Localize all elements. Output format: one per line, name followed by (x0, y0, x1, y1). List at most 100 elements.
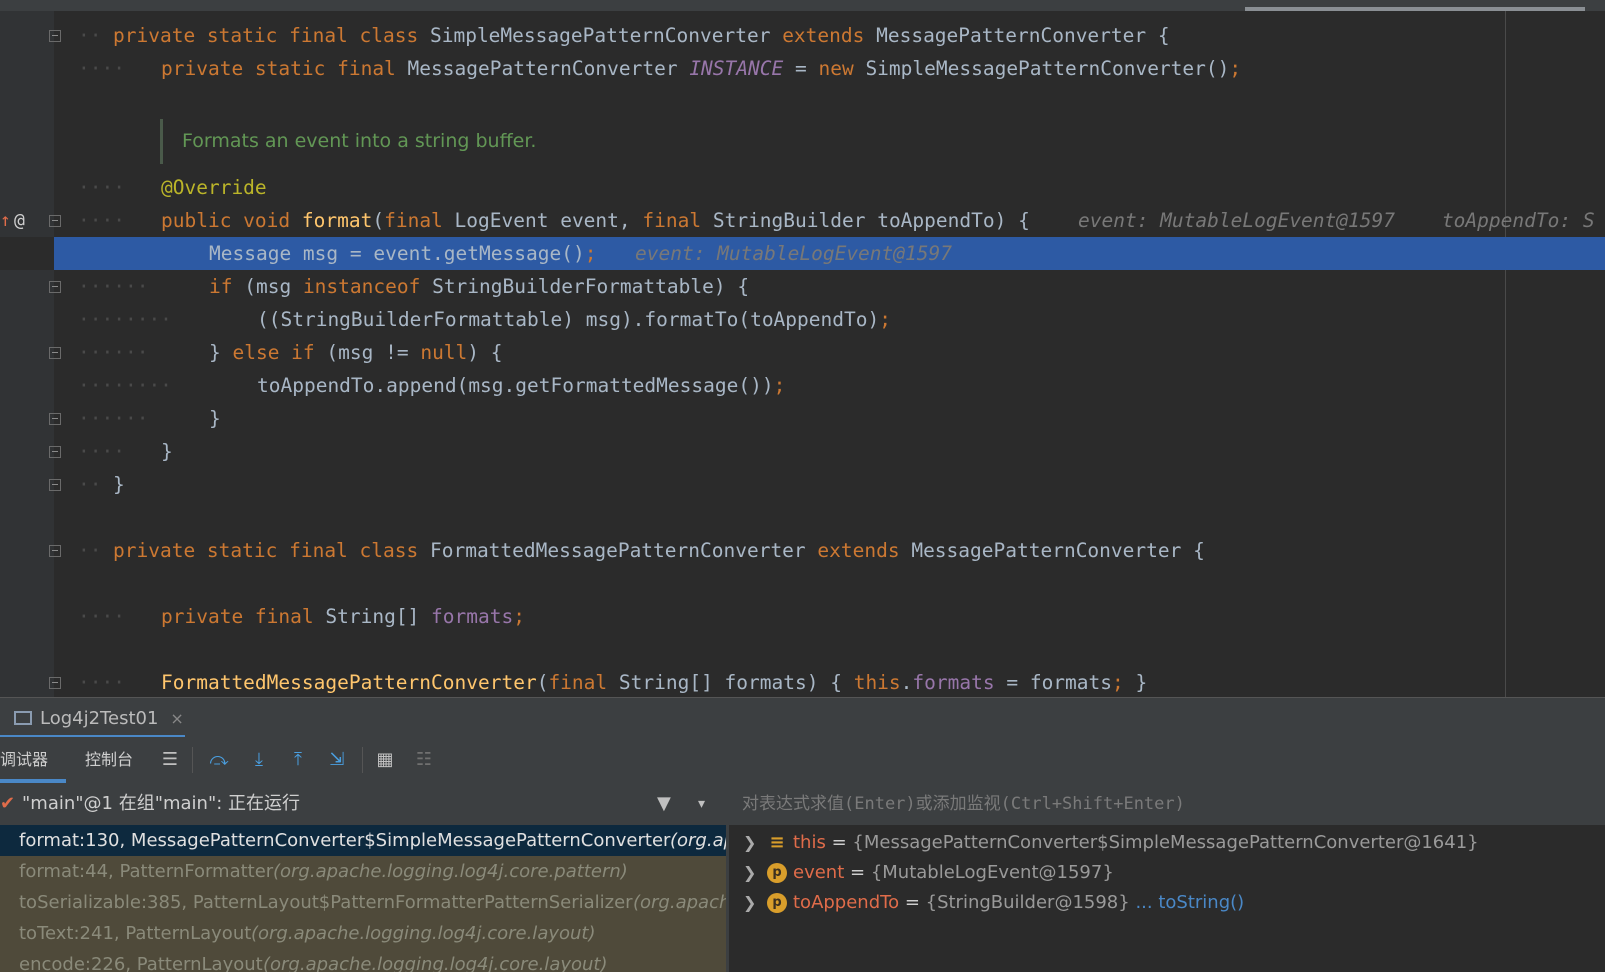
layout-icon[interactable]: ☰ (159, 749, 181, 771)
code-token: toAppendTo.append(msg.getFormattedMessag… (257, 374, 774, 397)
code-token: final (548, 671, 619, 694)
code-line[interactable]: ···· public void format(final LogEvent ev… (0, 204, 1605, 237)
chevron-down-icon[interactable]: ▾ (698, 783, 705, 825)
code-line[interactable]: ····} (0, 435, 1605, 468)
fold-toggle-icon[interactable] (49, 30, 61, 42)
evaluate-expression-icon[interactable]: ▦ (374, 749, 396, 771)
fold-toggle-icon[interactable] (49, 215, 61, 227)
code-token: final (384, 209, 455, 232)
code-token: ; (1112, 671, 1124, 694)
chevron-right-icon[interactable]: ❯ (743, 858, 756, 888)
thread-status: "main"@1 在组"main": 正在运行 (22, 793, 301, 814)
current-execution-line[interactable]: Message msg = event.getMessage(); event: … (0, 237, 1605, 270)
fold-toggle-icon[interactable] (49, 347, 61, 359)
code-token: @Override (161, 176, 267, 199)
code-line[interactable]: ··} (0, 468, 1605, 501)
code-token: formats (431, 605, 514, 628)
to-string-link[interactable]: ... toString() (1135, 892, 1244, 913)
code-token: private static final class (113, 539, 430, 562)
code-text: private static final class SimpleMessage… (113, 19, 1170, 52)
fold-toggle-icon[interactable] (49, 677, 61, 689)
fold-toggle-icon[interactable] (49, 413, 61, 425)
doc-comment-text: Formats an event into a string buffer. (182, 130, 537, 152)
frame-method: format:130, MessagePatternConverter$Simp… (19, 830, 671, 851)
stack-frame[interactable]: toText:241, PatternLayout (org.apache.lo… (0, 918, 726, 949)
code-text: private final String[] formats; (161, 600, 525, 633)
code-token: this (853, 671, 901, 694)
code-token: ( (536, 671, 549, 694)
tab-console[interactable]: 控制台 (85, 737, 133, 783)
whitespace-dots: ·· (78, 473, 102, 496)
code-line[interactable]: ······} (0, 402, 1605, 435)
variable-name: event (793, 862, 845, 883)
tab-debugger[interactable]: 调试器 (0, 737, 48, 783)
code-line[interactable]: ·· private static final class SimpleMessa… (0, 19, 1605, 52)
variables-panel: 对表达式求值(Enter)或添加监视(Ctrl+Shift+Enter) ❯ ≡ t… (729, 783, 1605, 972)
code-line[interactable]: ······ if (msg instanceof StringBuilderFo… (0, 270, 1605, 303)
variable-text: event = {MutableLogEvent@1597} (793, 858, 1114, 888)
code-token: if (209, 275, 245, 298)
debug-tool-header: Log4j2Test01 × (0, 697, 1605, 738)
code-line[interactable]: ···· FormattedMessagePatternConverter(fin… (0, 666, 1605, 697)
code-text: if (msg instanceof StringBuilderFormatta… (209, 270, 749, 303)
code-line[interactable]: ···· private final String[] formats; (0, 600, 1605, 633)
code-token: = (783, 57, 819, 80)
code-token: null (420, 341, 468, 364)
run-to-cursor-icon[interactable]: ⇲ (326, 749, 348, 771)
code-token: = formats (994, 671, 1113, 694)
code-text: Message msg = event.getMessage(); (209, 237, 596, 270)
code-text: @Override (161, 171, 267, 204)
code-token: ; (773, 374, 786, 397)
whitespace-dots: ·· (78, 539, 102, 562)
fold-toggle-icon[interactable] (49, 479, 61, 491)
trace-icon[interactable]: ☷ (413, 749, 435, 771)
stack-frame[interactable]: format:44, PatternFormatter (org.apache.… (0, 856, 726, 887)
code-line[interactable]: ···· @Override (0, 171, 1605, 204)
whitespace-dots: ···· (78, 176, 125, 199)
code-text: } (113, 468, 125, 501)
code-text: } (209, 402, 221, 435)
code-editor[interactable]: ·· private static final class SimpleMessa… (0, 11, 1605, 697)
variable-text: toAppendTo = {StringBuilder@1598} ... to… (793, 888, 1244, 918)
inline-debug-value: event: MutableLogEvent@1597 toAppendTo: … (1078, 209, 1595, 232)
whitespace-dots: ···· (78, 605, 125, 628)
chevron-right-icon[interactable]: ❯ (743, 828, 756, 858)
code-line[interactable]: ·· private static final class FormattedMe… (0, 534, 1605, 567)
code-token: } (1123, 671, 1148, 694)
stack-frame[interactable]: encode:226, PatternLayout (org.apache.lo… (0, 949, 726, 972)
step-over-icon[interactable]: ⤼ (208, 749, 230, 771)
step-out-icon[interactable]: ⤒ (287, 749, 309, 771)
whitespace-dots: ······ (78, 407, 149, 430)
code-token: String[] (325, 605, 432, 628)
filter-icon[interactable]: ▼ (657, 783, 671, 825)
chevron-right-icon[interactable]: ❯ (743, 888, 756, 918)
thread-selector[interactable]: ✔ "main"@1 在组"main": 正在运行 ▼ ▾ (0, 783, 726, 825)
code-token: private static final class (113, 24, 430, 47)
whitespace-dots: ···· (78, 209, 125, 232)
stack-frame[interactable]: toSerializable:385, PatternLayout$Patter… (0, 887, 726, 918)
code-text: public void format(final LogEvent event,… (161, 204, 1030, 237)
frame-package: (org.apache.logging.log4j.core.layout) (633, 892, 726, 913)
code-token: MessagePatternConverter { (911, 539, 1205, 562)
code-line[interactable]: ···· private static final MessagePatternC… (0, 52, 1605, 85)
debug-toolbar: 调试器 控制台 ☰ ⤼ ⤓ ⤒ ⇲ ▦ ☷ (0, 737, 1605, 784)
code-line[interactable]: ········ ((StringBuilderFormattable) msg)… (0, 303, 1605, 336)
code-text: } else if (msg != null) { (209, 336, 503, 369)
step-into-icon[interactable]: ⤓ (248, 749, 270, 771)
code-token: } (113, 473, 125, 496)
fold-toggle-icon[interactable] (49, 446, 61, 458)
stack-frame[interactable]: format:130, MessagePatternConverter$Simp… (0, 825, 726, 856)
run-config-tab[interactable]: Log4j2Test01 × (0, 698, 184, 738)
whitespace-dots: ········ (78, 374, 172, 397)
code-token: (msg (244, 275, 303, 298)
fold-toggle-icon[interactable] (49, 281, 61, 293)
code-token: private static final (161, 57, 408, 80)
code-line[interactable]: ······ } else if (msg != null) { (0, 336, 1605, 369)
fold-toggle-icon[interactable] (49, 545, 61, 557)
toolbar-separator (192, 747, 193, 773)
evaluate-input[interactable]: 对表达式求值(Enter)或添加监视(Ctrl+Shift+Enter) (729, 783, 1605, 825)
code-line[interactable]: ········ toAppendTo.append(msg.getFormatt… (0, 369, 1605, 402)
close-icon[interactable]: × (170, 709, 183, 728)
whitespace-dots: ······ (78, 341, 149, 364)
frame-method: toText:241, PatternLayout (19, 923, 252, 944)
